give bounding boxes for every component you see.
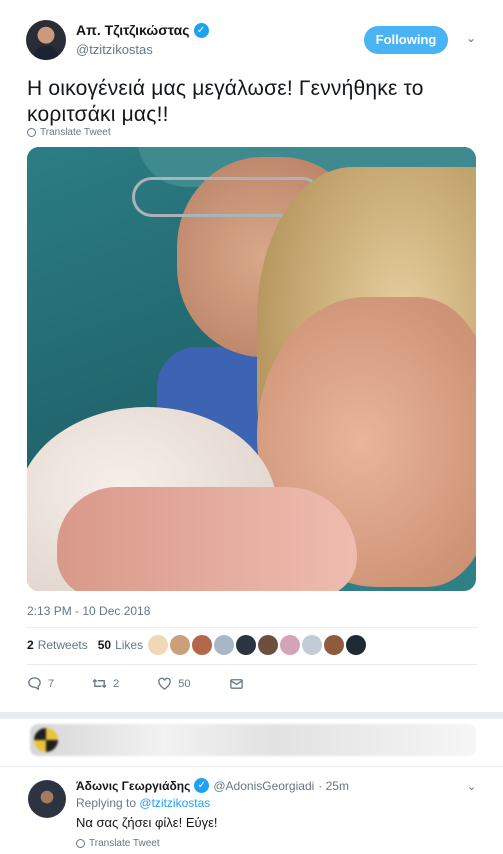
heart-icon xyxy=(158,677,172,690)
tweet-timestamp[interactable]: 2:13 PM - 10 Dec 2018 xyxy=(27,604,150,618)
section-separator xyxy=(0,712,503,719)
likes-count: 50 xyxy=(97,638,112,652)
tweet-options-caret-icon[interactable]: ⌄ xyxy=(463,30,479,46)
author-name-row[interactable]: Απ. Τζιτζικώστας ✓ xyxy=(76,22,209,38)
liker-avatar[interactable] xyxy=(192,635,212,655)
author-handle[interactable]: @tzitzikostas xyxy=(76,42,153,57)
retweets-stat[interactable]: 2 Retweets xyxy=(27,638,88,652)
reply-author-avatar[interactable] xyxy=(28,780,66,818)
reply-time[interactable]: · 25m xyxy=(318,779,349,793)
liker-avatar[interactable] xyxy=(214,635,234,655)
main-tweet: Απ. Τζιτζικώστας ✓ @tzitzikostas Followi… xyxy=(0,0,503,712)
liker-avatars xyxy=(148,635,366,655)
author-display-name[interactable]: Απ. Τζιτζικώστας xyxy=(76,22,190,38)
liker-avatar[interactable] xyxy=(280,635,300,655)
photo-baby-arm xyxy=(57,487,357,591)
globe-icon xyxy=(27,128,36,137)
tweet-actions: 7 2 50 xyxy=(27,676,244,691)
following-button[interactable]: Following xyxy=(364,26,448,54)
reply-count: 7 xyxy=(48,677,55,690)
replying-to-prefix: Replying to xyxy=(76,796,137,810)
reply-text: Να σας ζήσει φίλε! Εύγε! xyxy=(76,815,218,830)
envelope-icon xyxy=(229,679,243,689)
reply-handle[interactable]: @AdonisGeorgiadi xyxy=(213,779,314,793)
reply-icon xyxy=(28,677,41,691)
globe-icon xyxy=(76,839,85,848)
liker-avatar[interactable] xyxy=(236,635,256,655)
verified-badge-icon: ✓ xyxy=(193,22,209,38)
reply-translate-link[interactable]: Translate Tweet xyxy=(76,838,160,849)
reply-verified-badge-icon: ✓ xyxy=(194,778,210,793)
reply-translate-label: Translate Tweet xyxy=(89,838,160,849)
author-avatar[interactable] xyxy=(26,20,66,60)
stats-divider-top xyxy=(27,627,477,628)
retweet-count: 2 xyxy=(113,677,120,690)
retweet-action[interactable]: 2 xyxy=(92,676,119,691)
liker-avatar[interactable] xyxy=(148,635,168,655)
replying-to-line: Replying to @tzitzikostas xyxy=(76,796,210,810)
retweets-count: 2 xyxy=(27,638,34,652)
likes-label: Likes xyxy=(115,638,144,652)
retweet-icon xyxy=(92,678,107,689)
reply-options-caret-icon[interactable]: ⌄ xyxy=(467,780,476,793)
tweet-text: Η οικογένειά μας μεγάλωσε! Γεννήθηκε το … xyxy=(27,77,424,126)
liker-avatar[interactable] xyxy=(346,635,366,655)
like-count: 50 xyxy=(178,677,191,690)
direct-message-action[interactable] xyxy=(229,676,244,691)
liker-avatar[interactable] xyxy=(324,635,344,655)
likes-stat[interactable]: 50 Likes xyxy=(98,638,143,652)
blurred-reply-box xyxy=(30,724,476,756)
reply-action[interactable]: 7 xyxy=(27,676,54,691)
reply-display-name[interactable]: Άδωνις Γεωργιάδης xyxy=(76,779,190,793)
liker-avatar[interactable] xyxy=(302,635,322,655)
reply-divider xyxy=(0,766,503,767)
translate-tweet-label: Translate Tweet xyxy=(40,127,111,138)
replying-to-handle-link[interactable]: @tzitzikostas xyxy=(139,796,210,810)
translate-tweet-link[interactable]: Translate Tweet xyxy=(27,127,111,138)
liker-avatar[interactable] xyxy=(258,635,278,655)
blurred-avatar xyxy=(34,728,58,752)
liker-avatar[interactable] xyxy=(170,635,190,655)
reply-header: Άδωνις Γεωργιάδης ✓ @AdonisGeorgiadi · 2… xyxy=(76,778,349,793)
like-action[interactable]: 50 xyxy=(157,676,191,691)
tweet-stats: 2 Retweets 50 Likes xyxy=(27,638,143,652)
retweets-label: Retweets xyxy=(37,638,88,652)
tweet-photo[interactable] xyxy=(27,147,476,591)
stats-divider-bottom xyxy=(27,664,477,665)
